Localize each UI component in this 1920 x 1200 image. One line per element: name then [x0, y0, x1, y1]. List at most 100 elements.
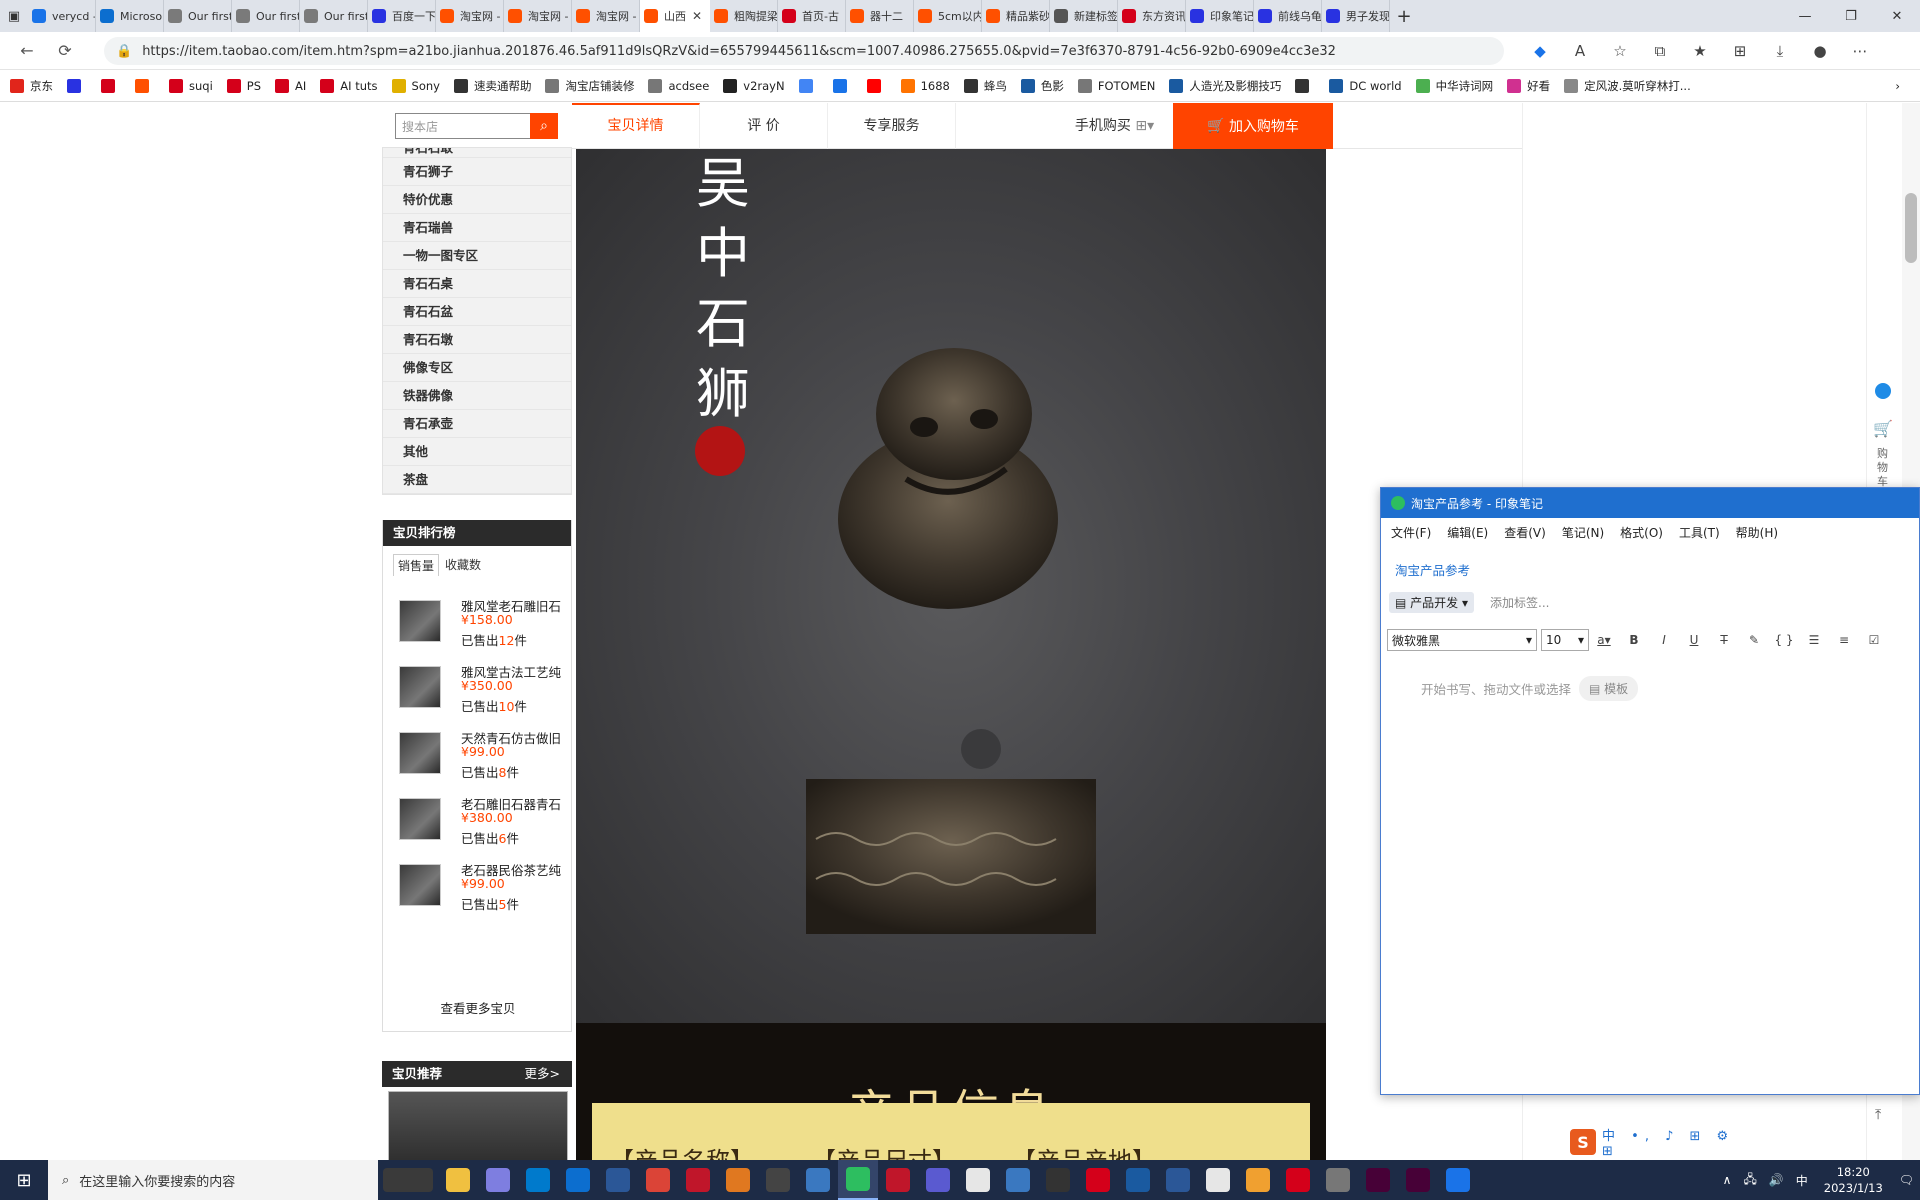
shop-search-input[interactable]: 搜本店: [395, 113, 531, 139]
refresh-icon[interactable]: ⟳: [46, 32, 84, 70]
download-icon[interactable]: ⤓: [1760, 42, 1800, 60]
taskbar-app-icon[interactable]: [758, 1160, 798, 1200]
note-title[interactable]: 淘宝产品参考: [1395, 560, 1470, 579]
browser-tab[interactable]: 百度一下: [368, 0, 436, 32]
browser-tab[interactable]: 粗陶提梁: [710, 0, 778, 32]
sogou-ime-icon[interactable]: S: [1570, 1129, 1597, 1155]
taskbar-app-icon[interactable]: [478, 1160, 518, 1200]
font-color-icon[interactable]: a▾: [1589, 633, 1619, 647]
input-language[interactable]: 中: [1796, 1172, 1808, 1189]
bookmark-item[interactable]: AI: [275, 78, 306, 93]
category-item[interactable]: 青石石盆: [383, 298, 571, 326]
menu-item[interactable]: 工具(T): [1679, 524, 1720, 541]
underline-icon[interactable]: U: [1679, 633, 1709, 647]
numbered-list-icon[interactable]: ≡: [1829, 633, 1859, 647]
bookmark-item[interactable]: DC world: [1329, 78, 1402, 93]
menu-item[interactable]: 格式(O): [1620, 524, 1663, 541]
menu-item[interactable]: 文件(F): [1391, 524, 1431, 541]
browser-tab[interactable]: 淘宝网 -: [572, 0, 640, 32]
taskbar-app-icon[interactable]: [1318, 1160, 1358, 1200]
tab-favorites[interactable]: 收藏数: [441, 554, 485, 576]
checkbox-icon[interactable]: ☑: [1859, 633, 1889, 647]
taskbar-app-icon[interactable]: [1198, 1160, 1238, 1200]
category-item[interactable]: 佛像专区: [383, 354, 571, 382]
category-item[interactable]: 青石石墩: [383, 326, 571, 354]
collections-icon[interactable]: ⊞: [1720, 42, 1760, 60]
taskbar-app-icon[interactable]: [1038, 1160, 1078, 1200]
taskbar-app-icon[interactable]: [1118, 1160, 1158, 1200]
tab-sales[interactable]: 销售量: [393, 554, 440, 576]
taskbar-app-icon[interactable]: [1158, 1160, 1198, 1200]
bookmark-item[interactable]: [135, 78, 155, 93]
bookmark-item[interactable]: [866, 78, 887, 93]
bookmark-item[interactable]: v2rayN: [723, 78, 785, 93]
notification-center-icon[interactable]: 🗨: [1899, 1173, 1914, 1187]
more-menu-icon[interactable]: ⋯: [1840, 42, 1880, 60]
category-item[interactable]: 茶盘: [383, 466, 571, 494]
bold-icon[interactable]: B: [1619, 633, 1649, 647]
bookmark-item[interactable]: 淘宝店铺装修: [545, 78, 634, 94]
taskbar-app-icon[interactable]: [378, 1160, 438, 1200]
bookmark-item[interactable]: suqi: [169, 78, 213, 93]
browser-tab[interactable]: 新建标签: [1050, 0, 1118, 32]
menu-item[interactable]: 查看(V): [1504, 524, 1546, 541]
scrollbar-thumb[interactable]: [1905, 193, 1917, 263]
browser-tab[interactable]: 淘宝网 -: [436, 0, 504, 32]
favorites-bar-icon[interactable]: ★: [1680, 42, 1720, 60]
bookmark-item[interactable]: 定风波.莫听穿林打...: [1564, 78, 1691, 94]
browser-tab[interactable]: 前线乌龟: [1254, 0, 1322, 32]
browser-tab[interactable]: 男子发现: [1322, 0, 1390, 32]
read-aloud-icon[interactable]: A: [1560, 42, 1600, 60]
category-item[interactable]: 特价优惠: [383, 186, 571, 214]
ranking-item[interactable]: 老石器民俗茶艺纯 ¥99.00 已售出5件: [399, 860, 569, 920]
more-items-link[interactable]: 查看更多宝贝: [383, 998, 573, 1017]
search-icon[interactable]: ⌕: [530, 113, 558, 139]
cart-label[interactable]: 购物车: [1877, 447, 1889, 489]
browser-tab[interactable]: Our first: [300, 0, 368, 32]
new-tab-icon[interactable]: +: [1390, 0, 1418, 32]
cart-icon[interactable]: 🛒: [1873, 419, 1893, 438]
bookmark-item[interactable]: 1688: [900, 78, 950, 93]
minimize-icon[interactable]: —: [1782, 0, 1828, 32]
taskbar-app-icon[interactable]: [1078, 1160, 1118, 1200]
add-tag-input[interactable]: 添加标签...: [1490, 594, 1549, 611]
template-button[interactable]: ▤ 模板: [1579, 676, 1639, 701]
browser-tab[interactable]: 首页-古: [778, 0, 846, 32]
taskbar-app-icon[interactable]: [718, 1160, 758, 1200]
notification-icon[interactable]: [1875, 383, 1891, 399]
browser-tab[interactable]: verycd -: [28, 0, 96, 32]
browser-tab[interactable]: 山西 ✕: [640, 0, 710, 32]
font-size-select[interactable]: 10 ▾: [1541, 629, 1589, 651]
product-thumbnail[interactable]: [399, 864, 441, 906]
ime-status[interactable]: 中 •, ♪ ⊞ ⚙ ⊞: [1602, 1125, 1750, 1159]
bookmark-item[interactable]: Sony: [391, 78, 440, 93]
taskbar-app-icon[interactable]: [678, 1160, 718, 1200]
bookmark-item[interactable]: 速卖通帮助: [453, 78, 531, 94]
browser-tab[interactable]: 器十二: [846, 0, 914, 32]
taskbar-app-icon[interactable]: [1398, 1160, 1438, 1200]
browser-tab[interactable]: 东方资讯: [1118, 0, 1186, 32]
bookmark-item[interactable]: [798, 78, 819, 93]
bookmark-item[interactable]: 京东: [10, 78, 53, 94]
taskbar-app-icon[interactable]: [1358, 1160, 1398, 1200]
taskbar-app-icon[interactable]: [1238, 1160, 1278, 1200]
tab-actions-icon[interactable]: ▣: [0, 0, 28, 32]
browser-tab[interactable]: 精品紫砂: [982, 0, 1050, 32]
menu-item[interactable]: 笔记(N): [1562, 524, 1604, 541]
bookmark-item[interactable]: 色影: [1020, 78, 1064, 94]
bookmark-item[interactable]: [101, 78, 121, 93]
bookmark-item[interactable]: [1295, 78, 1315, 93]
recommend-image[interactable]: [388, 1091, 568, 1160]
tab-reviews[interactable]: 评 价: [700, 103, 828, 149]
lock-icon[interactable]: 🔒: [116, 44, 132, 59]
note-body[interactable]: 开始书写、拖动文件或选择 ▤ 模板: [1421, 676, 1639, 701]
category-item[interactable]: 青石狮子: [383, 158, 571, 186]
bookmark-item[interactable]: [67, 78, 87, 93]
taskbar-app-icon[interactable]: [1438, 1160, 1478, 1200]
strikethrough-icon[interactable]: T: [1709, 633, 1739, 647]
menu-item[interactable]: 帮助(H): [1736, 524, 1778, 541]
bookmarks-more-icon[interactable]: ›: [1895, 79, 1900, 93]
bookmark-item[interactable]: 好看: [1507, 78, 1550, 94]
menu-item[interactable]: 编辑(E): [1447, 524, 1488, 541]
tray-chevron-icon[interactable]: ∧: [1723, 1173, 1732, 1187]
